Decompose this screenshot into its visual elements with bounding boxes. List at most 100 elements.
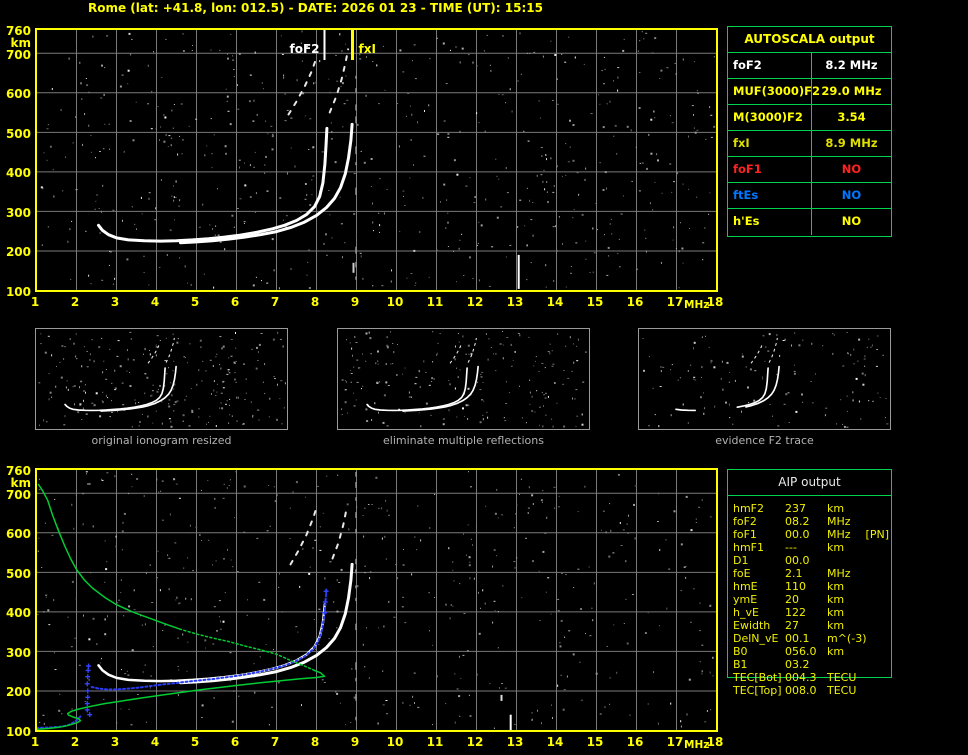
x-tick-label: 13 — [506, 735, 524, 749]
x-tick-label: 11 — [426, 295, 444, 309]
autoscala-row: fxI 8.9 MHz — [728, 131, 891, 157]
aip-row-value: 237 — [785, 502, 806, 515]
thumbnail-caption: original ionogram resized — [91, 434, 232, 447]
thumbnail-caption: eliminate multiple reflections — [383, 434, 544, 447]
x-tick-label: 9 — [350, 295, 360, 309]
foF2-marker-label: foF2 — [289, 42, 319, 56]
aip-row: foF1 00.0 MHz [PN] — [727, 528, 892, 541]
autoscala-row: ftEs NO — [728, 183, 891, 209]
autoscala-row: h'Es NO — [728, 209, 891, 235]
aip-table-header: AIP output — [728, 470, 891, 496]
aip-row-unit — [827, 554, 892, 567]
aip-row: Ewidth 27 km — [727, 619, 892, 632]
aip-row-value: 056.0 — [785, 645, 817, 658]
aip-row-value: 03.2 — [785, 658, 810, 671]
autoscala-row-label: MUF(3000)F2 — [728, 79, 820, 104]
aip-row-value: 00.0 — [785, 528, 810, 541]
aip-row-value: 110 — [785, 580, 806, 593]
x-tick-label: 7 — [270, 295, 280, 309]
y-axis-unit: km — [10, 476, 31, 490]
aip-row-value: --- — [785, 541, 797, 554]
aip-row-unit — [827, 658, 892, 671]
x-tick-label: 4 — [150, 735, 160, 749]
x-tick-label: 16 — [626, 735, 644, 749]
autoscala-table-header: AUTOSCALA output — [728, 27, 891, 53]
aip-row-unit: m^(-3) — [827, 632, 867, 645]
aip-row-unit: MHz — [827, 567, 851, 580]
x-tick-label: 3 — [110, 735, 120, 749]
aip-row-label: foE — [733, 567, 751, 580]
aip-row-extra: [PN] — [865, 528, 889, 541]
x-axis-unit: MHz — [684, 299, 710, 311]
aip-row-unit: km — [827, 645, 845, 658]
autoscala-row-label: fxI — [728, 131, 812, 156]
x-tick-label: 2 — [70, 295, 80, 309]
autoscala-row-value: NO — [841, 162, 862, 176]
y-axis-unit: km — [10, 36, 31, 50]
x-tick-label: 1 — [30, 295, 40, 309]
autoscala-row-label: ftEs — [728, 183, 812, 208]
aip-row: hmF2 237 km — [727, 502, 892, 515]
aip-row-label: hmF1 — [733, 541, 765, 554]
y-tick-label: 400 — [5, 166, 31, 181]
aip-row-unit: km — [827, 541, 845, 554]
autoscala-row-value: 3.54 — [837, 110, 866, 124]
thumbnail-eliminate-reflections — [337, 328, 590, 430]
autoscala-row-label: h'Es — [728, 209, 812, 235]
aip-row-label: hmF2 — [733, 502, 765, 515]
aip-row-value: 00.1 — [785, 632, 810, 645]
y-tick-label: 500 — [5, 126, 31, 141]
x-tick-label: 7 — [270, 735, 280, 749]
autoscala-row-value: NO — [841, 188, 862, 202]
autoscala-row-label: M(3000)F2 — [728, 105, 812, 130]
x-tick-label: 3 — [110, 295, 120, 309]
thumbnail-caption: evidence F2 trace — [715, 434, 814, 447]
autoscala-row-value: 8.9 MHz — [825, 136, 878, 150]
y-tick-label: 400 — [5, 606, 31, 621]
aip-row-label: DelN_vE — [733, 632, 779, 645]
aip-row: foE 2.1 MHz — [727, 567, 892, 580]
aip-row: foF2 08.2 MHz — [727, 515, 892, 528]
aip-row-unit: km — [827, 619, 845, 632]
aip-row: DelN_vE 00.1 m^(-3) — [727, 632, 892, 645]
aip-row-value: 08.2 — [785, 515, 810, 528]
autoscala-table-rows: foF2 8.2 MHz MUF(3000)F2 29.0 MHz M(3000)F2 3… — [728, 53, 891, 235]
autoscala-row: M(3000)F2 3.54 — [728, 105, 891, 131]
station-title: Rome (lat: +41.8, lon: 012.5) - DATE: 20… — [88, 1, 543, 15]
x-tick-label: 13 — [506, 295, 524, 309]
x-tick-label: 12 — [466, 735, 484, 749]
x-tick-label: 8 — [310, 295, 320, 309]
aip-row-unit: km — [827, 593, 845, 606]
aip-row: D1 00.0 — [727, 554, 892, 567]
x-tick-label: 8 — [310, 735, 320, 749]
autoscala-row-value: 8.2 MHz — [825, 58, 878, 72]
autoscala-row-value: NO — [841, 214, 862, 228]
autoscala-output-table: AUTOSCALA output foF2 8.2 MHz MUF(3000)F2 2… — [727, 26, 892, 237]
y-tick-label: 600 — [5, 87, 31, 102]
y-tick-label: 600 — [5, 527, 31, 542]
aip-row: B1 03.2 — [727, 658, 892, 671]
aip-row-label: hmE — [733, 580, 758, 593]
x-tick-label: 12 — [466, 295, 484, 309]
x-tick-label: 14 — [546, 735, 564, 749]
autoscala-row-label: foF1 — [728, 157, 812, 182]
aip-row-label: B0 — [733, 645, 748, 658]
aip-row: hmE 110 km — [727, 580, 892, 593]
x-tick-label: 6 — [230, 295, 240, 309]
aip-table-rows: hmF2 237 km foF2 08.2 MHz foF1 00.0 MHz [PN] hmF1 -… — [727, 502, 892, 697]
aip-row-value: 2.1 — [785, 567, 803, 580]
aip-row-label: TEC[Bot] — [733, 671, 782, 684]
thumbnail-evidence-f2-trace — [638, 328, 891, 430]
aip-row: hmF1 --- km — [727, 541, 892, 554]
x-tick-label: 1 — [30, 735, 40, 749]
x-tick-label: 16 — [626, 295, 644, 309]
x-tick-label: 11 — [426, 735, 444, 749]
aip-row-value: 00.0 — [785, 554, 810, 567]
x-tick-label: 5 — [190, 735, 200, 749]
x-tick-label: 2 — [70, 735, 80, 749]
autoscala-row: foF1 NO — [728, 157, 891, 183]
aip-row-value: 20 — [785, 593, 799, 606]
aip-row: TEC[Bot] 004.3 TECU — [727, 671, 892, 684]
autoscala-row-value: 29.0 MHz — [821, 84, 882, 98]
aip-row-label: B1 — [733, 658, 748, 671]
